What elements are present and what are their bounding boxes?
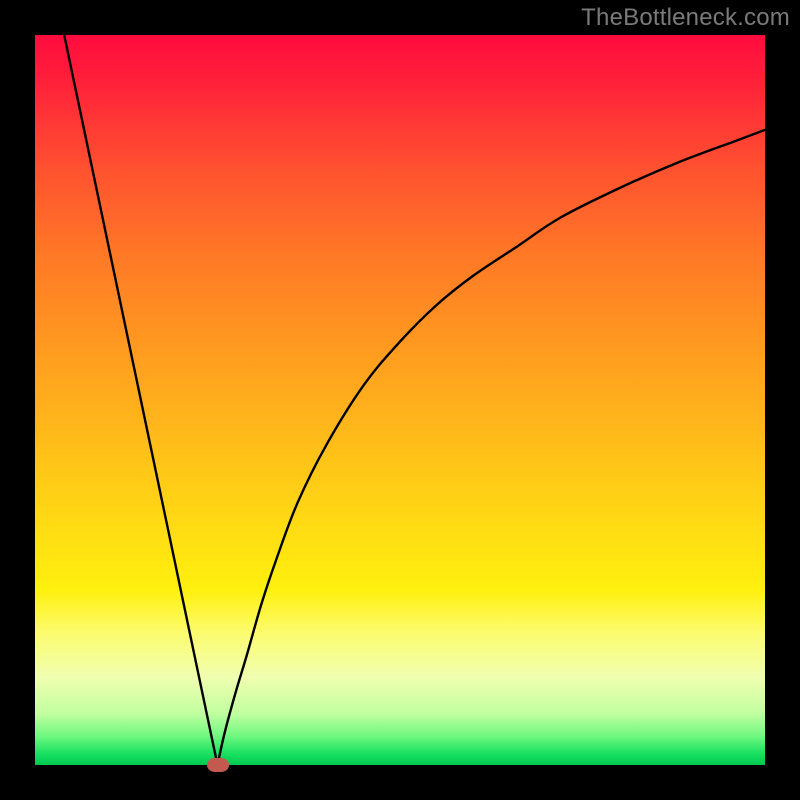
chart-plot-area xyxy=(35,35,765,765)
vertex-marker xyxy=(207,758,229,772)
curve-right-branch xyxy=(218,130,766,765)
watermark-text: TheBottleneck.com xyxy=(581,4,790,32)
chart-curve-svg xyxy=(35,35,765,765)
chart-frame: TheBottleneck.com xyxy=(0,0,800,800)
curve-left-branch xyxy=(64,35,217,765)
